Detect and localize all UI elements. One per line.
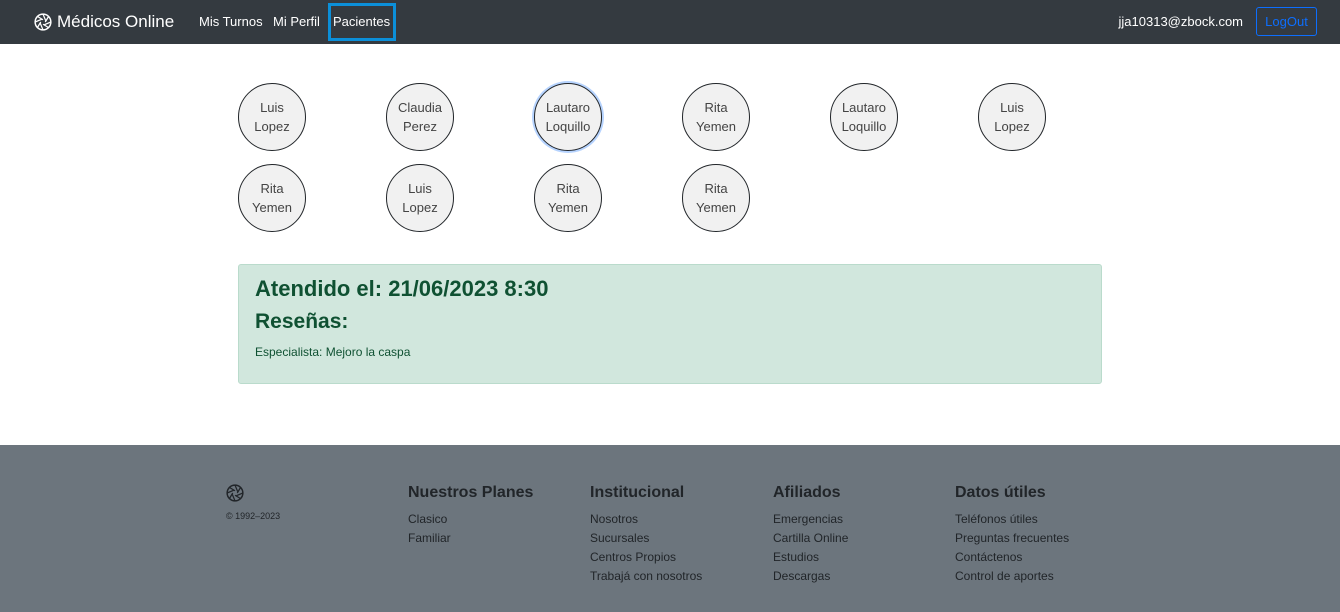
brand-link[interactable]: Médicos Online: [34, 10, 174, 34]
copyright: © 1992–2023: [226, 511, 281, 521]
footer-col-title: Datos útiles: [955, 484, 1046, 501]
reviews-heading: Reseñas:: [255, 310, 349, 333]
brand-name: Médicos Online: [57, 12, 175, 31]
patient-last-name: Perez: [403, 119, 437, 134]
patient-button[interactable]: Luis Lopez: [386, 164, 454, 232]
footer-logo[interactable]: [226, 484, 244, 507]
patient-last-name: Loquillo: [545, 119, 591, 134]
patient-first-name: Claudia: [397, 100, 443, 115]
site-footer: © 1992–2023 Nuestros Planes Clasico Fami…: [0, 445, 1340, 612]
footer-col-institucional: Institucional Nosotros Sucursales Centro…: [590, 484, 702, 586]
nav-mi-perfil[interactable]: Mi Perfil: [273, 14, 320, 29]
patient-button[interactable]: Rita Yemen: [534, 164, 602, 232]
nav-pacientes[interactable]: Pacientes: [333, 14, 390, 29]
patient-first-name: Lautaro: [545, 100, 591, 115]
patient-button[interactable]: Luis Lopez: [238, 83, 306, 151]
patient-first-name: Luis: [1000, 100, 1024, 115]
review-text: Especialista: Mejoro la caspa: [255, 345, 411, 359]
footer-col-datos: Datos útiles Teléfonos útiles Preguntas …: [955, 484, 1069, 586]
patient-first-name: Luis: [260, 100, 284, 115]
patient-last-name: Lopez: [402, 200, 438, 215]
patient-first-name: Lautaro: [841, 100, 887, 115]
footer-link[interactable]: Control de aportes: [955, 567, 1069, 586]
patient-button[interactable]: Lautaro Loquillo: [830, 83, 898, 151]
footer-link[interactable]: Centros Propios: [590, 548, 702, 567]
aperture-icon: [226, 484, 244, 502]
patient-last-name: Lopez: [994, 119, 1030, 134]
patient-last-name: Yemen: [696, 119, 736, 134]
user-email: jja10313@zbock.com: [1118, 14, 1243, 29]
top-navbar: Médicos Online Mis Turnos Mi Perfil Paci…: [0, 0, 1340, 44]
patient-last-name: Yemen: [252, 200, 292, 215]
aperture-icon: [34, 13, 52, 31]
footer-link[interactable]: Preguntas frecuentes: [955, 529, 1069, 548]
patient-last-name: Yemen: [548, 200, 588, 215]
footer-col-planes: Nuestros Planes Clasico Familiar: [408, 484, 533, 548]
footer-link[interactable]: Emergencias: [773, 510, 848, 529]
patient-button[interactable]: Rita Yemen: [682, 83, 750, 151]
patient-first-name: Rita: [704, 100, 728, 115]
patient-button-selected[interactable]: Lautaro Loquillo: [534, 83, 602, 151]
footer-link[interactable]: Descargas: [773, 567, 848, 586]
footer-link[interactable]: Sucursales: [590, 529, 702, 548]
patient-first-name: Rita: [556, 181, 580, 196]
patient-first-name: Luis: [408, 181, 432, 196]
footer-col-title: Institucional: [590, 484, 685, 501]
footer-col-title: Afiliados: [773, 484, 841, 501]
footer-link[interactable]: Cartilla Online: [773, 529, 848, 548]
attended-date-heading: Atendido el: 21/06/2023 8:30: [255, 276, 549, 301]
nav-mis-turnos[interactable]: Mis Turnos: [199, 14, 263, 29]
patient-first-name: Rita: [704, 181, 728, 196]
patient-button[interactable]: Luis Lopez: [978, 83, 1046, 151]
footer-link[interactable]: Clasico: [408, 510, 533, 529]
patient-last-name: Lopez: [254, 119, 290, 134]
logout-button[interactable]: LogOut: [1256, 7, 1317, 36]
patient-button[interactable]: Rita Yemen: [682, 164, 750, 232]
footer-link[interactable]: Teléfonos útiles: [955, 510, 1069, 529]
footer-link[interactable]: Nosotros: [590, 510, 702, 529]
footer-link[interactable]: Contáctenos: [955, 548, 1069, 567]
footer-col-title: Nuestros Planes: [408, 484, 534, 501]
patient-button[interactable]: Claudia Perez: [386, 83, 454, 151]
patient-first-name: Rita: [260, 181, 284, 196]
footer-link[interactable]: Familiar: [408, 529, 533, 548]
patient-last-name: Yemen: [696, 200, 736, 215]
footer-link[interactable]: Trabajá con nosotros: [590, 567, 702, 586]
footer-col-afiliados: Afiliados Emergencias Cartilla Online Es…: [773, 484, 848, 586]
patient-button[interactable]: Rita Yemen: [238, 164, 306, 232]
footer-link[interactable]: Estudios: [773, 548, 848, 567]
patient-last-name: Loquillo: [841, 119, 887, 134]
appointment-alert: Atendido el: 21/06/2023 8:30 Reseñas: Es…: [238, 264, 1102, 384]
